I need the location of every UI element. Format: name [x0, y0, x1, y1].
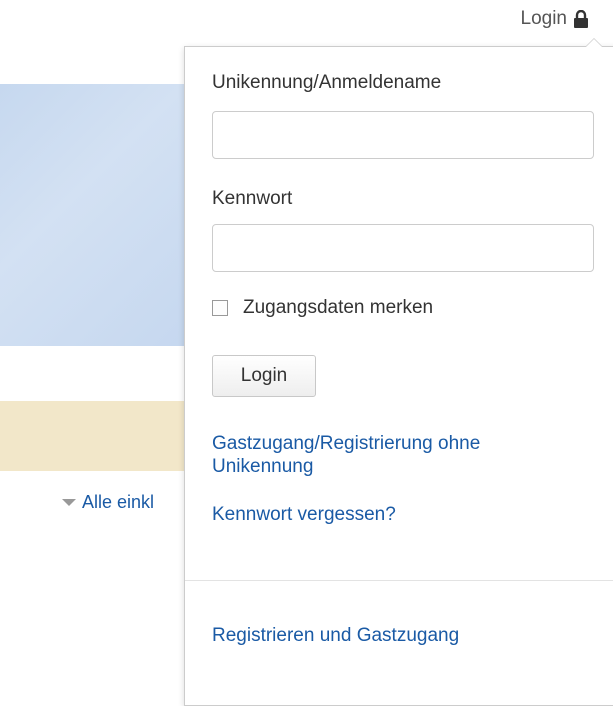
lock-icon	[574, 10, 588, 28]
login-menu-toggle[interactable]: Login	[521, 8, 590, 30]
hero-image	[0, 84, 200, 346]
collapse-all-label: Alle einkl	[82, 492, 155, 512]
dropdown-divider	[185, 580, 613, 581]
dropdown-arrow	[585, 38, 603, 47]
username-input[interactable]	[212, 111, 594, 159]
login-menu-label: Login	[520, 8, 568, 29]
guest-access-link-line1: Gastzugang/Registrierung ohne	[212, 433, 481, 454]
remember-row: Zugangsdaten merken	[212, 297, 433, 319]
register-guest-link[interactable]: Registrieren und Gastzugang	[212, 624, 459, 647]
remember-checkbox[interactable]	[212, 300, 228, 316]
remember-label: Zugangsdaten merken	[243, 297, 434, 318]
login-submit-button[interactable]: Login	[212, 355, 316, 397]
caret-down-icon	[62, 499, 76, 506]
collapse-all-link[interactable]: Alle einkl	[62, 492, 154, 513]
notice-banner	[0, 401, 200, 471]
forgot-password-link[interactable]: Kennwort vergessen?	[212, 503, 396, 526]
guest-access-link[interactable]: Gastzugang/Registrierung ohne Unikennung	[212, 432, 480, 478]
password-label: Kennwort	[212, 188, 293, 209]
password-input[interactable]	[212, 224, 594, 272]
login-dropdown: Unikennung/Anmeldename Kennwort Zugangsd…	[184, 38, 613, 706]
guest-access-link-line2: Unikennung	[212, 456, 314, 477]
username-label: Unikennung/Anmeldename	[212, 72, 442, 93]
